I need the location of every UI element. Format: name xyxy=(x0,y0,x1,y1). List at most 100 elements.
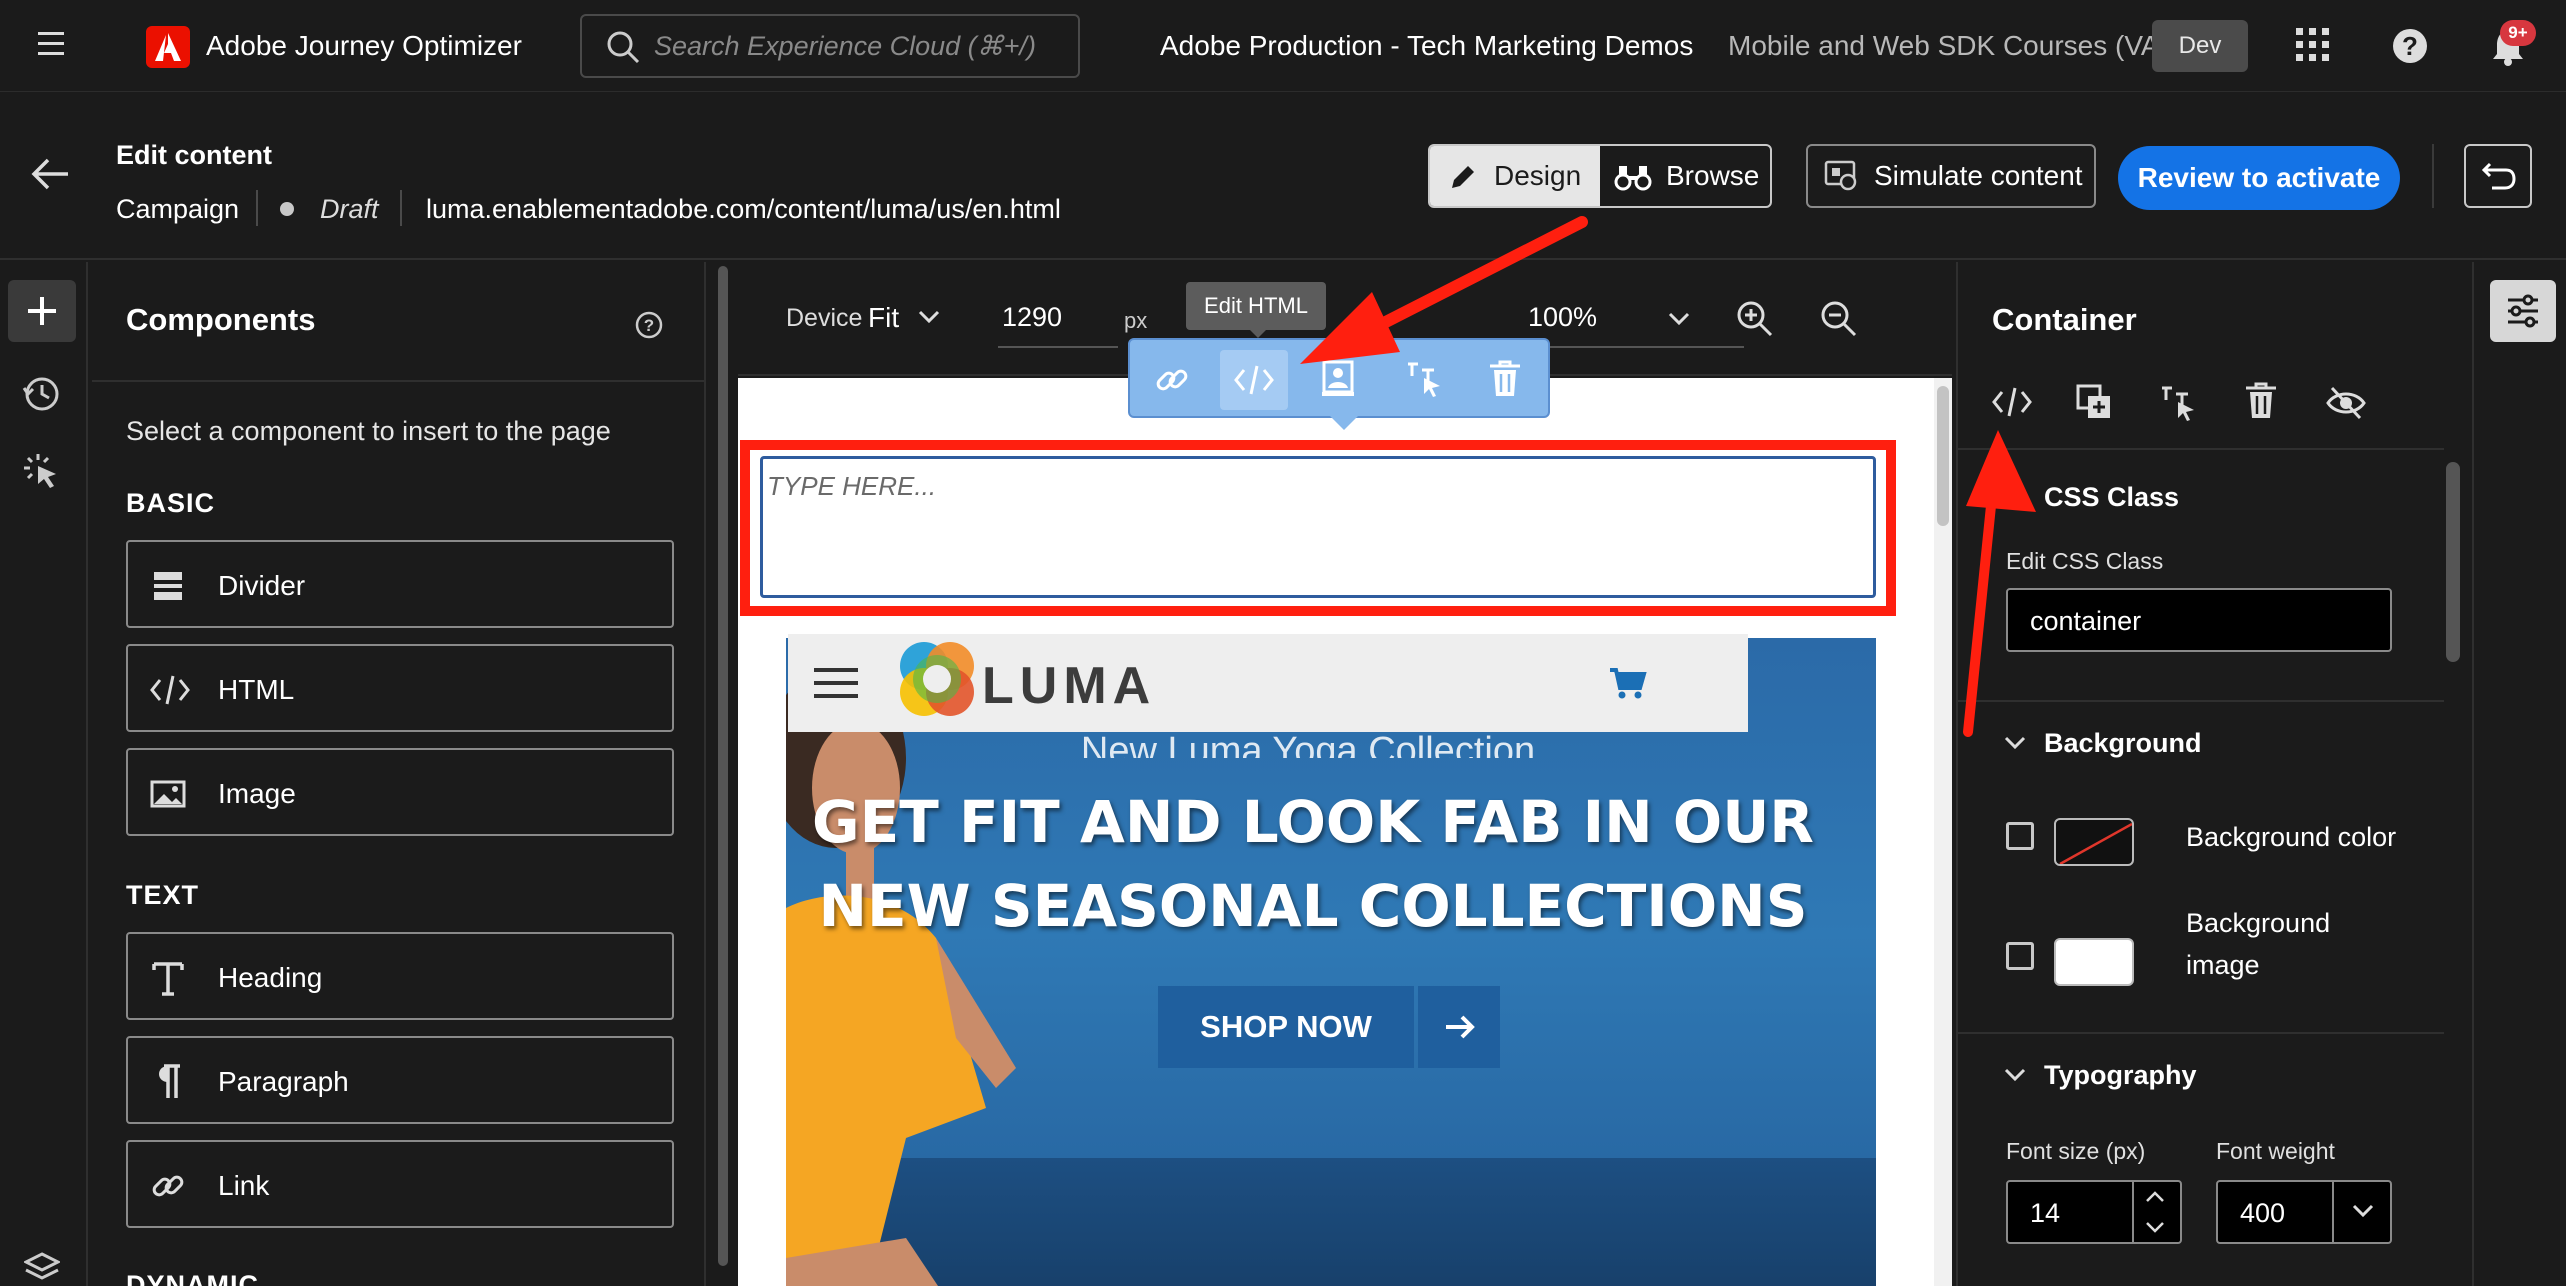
page-preview[interactable]: TYPE HERE... New Luma Yoga Collection LU… xyxy=(738,378,1934,1286)
components-title: Components xyxy=(126,302,316,337)
menu-icon[interactable] xyxy=(814,668,860,698)
apps-grid-icon[interactable] xyxy=(2296,28,2330,62)
background-image-swatch[interactable] xyxy=(2054,938,2134,986)
chevron-down-icon[interactable] xyxy=(918,310,940,326)
browse-label: Browse xyxy=(1666,160,1760,191)
duplicate-icon[interactable] xyxy=(2076,384,2114,422)
component-label: Heading xyxy=(218,962,323,993)
divider xyxy=(1958,448,2444,450)
luma-logo-icon[interactable] xyxy=(892,634,982,724)
page-title: Edit content xyxy=(116,140,272,170)
sandbox-switcher[interactable]: Mobile and Web SDK Courses (VA7) xyxy=(1728,30,2185,62)
background-color-label: Background color xyxy=(2186,822,2397,852)
personalization-icon[interactable] xyxy=(1320,360,1356,398)
paragraph-icon xyxy=(150,1064,186,1100)
width-input-underline xyxy=(998,346,1118,348)
shop-now-arrow-button[interactable] xyxy=(1418,986,1500,1068)
hide-visibility-icon[interactable] xyxy=(2326,386,2366,420)
edit-html-button[interactable] xyxy=(1220,350,1288,410)
search-input[interactable]: Search Experience Cloud (⌘+/) xyxy=(580,14,1080,78)
simulate-icon xyxy=(1824,160,1858,192)
link-icon[interactable] xyxy=(1154,362,1190,398)
add-component-button[interactable] xyxy=(8,280,76,342)
heading-icon xyxy=(150,960,186,996)
component-image[interactable]: Image xyxy=(126,748,674,836)
inspector-scrollbar[interactable] xyxy=(2446,462,2460,662)
component-link[interactable]: Link xyxy=(126,1140,674,1228)
inspector-title: Container xyxy=(1992,302,2137,337)
zoom-out-icon[interactable] xyxy=(1820,300,1858,338)
css-class-field-label: Edit CSS Class xyxy=(2006,548,2164,574)
org-switcher[interactable]: Adobe Production - Tech Marketing Demos xyxy=(1160,30,1693,62)
chevron-down-icon[interactable] xyxy=(2004,1068,2026,1084)
background-section-title[interactable]: Background xyxy=(2044,728,2202,759)
image-icon xyxy=(150,776,186,812)
annotation-highlight-box: TYPE HERE... xyxy=(740,440,1896,616)
component-label: Paragraph xyxy=(218,1066,349,1097)
undo-icon xyxy=(2480,160,2518,192)
help-icon[interactable]: ? xyxy=(2392,28,2428,64)
app-name[interactable]: Adobe Journey Optimizer xyxy=(206,30,522,62)
html-container-editable[interactable]: TYPE HERE... xyxy=(760,456,1876,598)
chevron-down-icon[interactable] xyxy=(2004,736,2026,752)
canvas-scrollbar[interactable] xyxy=(1934,378,1952,1286)
divider xyxy=(92,380,706,382)
review-to-activate-button[interactable]: Review to activate xyxy=(2118,146,2400,210)
stepper-divider xyxy=(2132,1182,2134,1242)
code-icon[interactable] xyxy=(1992,384,2032,420)
font-size-stepper[interactable]: 14 xyxy=(2006,1180,2182,1244)
shopping-cart-icon[interactable] xyxy=(1608,666,1648,700)
select-pointer-icon[interactable] xyxy=(22,452,62,492)
device-select[interactable]: Fit xyxy=(868,302,899,334)
component-paragraph[interactable]: Paragraph xyxy=(126,1036,674,1124)
chevron-down-icon[interactable] xyxy=(2352,1204,2374,1220)
properties-rail xyxy=(2472,262,2566,1286)
hamburger-menu-icon[interactable] xyxy=(38,30,70,58)
select-parent-icon[interactable] xyxy=(1406,360,1444,398)
background-image-checkbox[interactable] xyxy=(2006,942,2034,970)
history-icon[interactable] xyxy=(22,374,62,414)
section-dynamic: DYNAMIC xyxy=(126,1270,259,1286)
component-label: Divider xyxy=(218,570,306,601)
help-circle-icon[interactable]: ? xyxy=(634,310,664,340)
link-icon xyxy=(150,1168,186,1204)
select-parent-icon[interactable] xyxy=(2160,384,2198,422)
zoom-value[interactable]: 100% xyxy=(1528,302,1597,333)
component-html[interactable]: HTML xyxy=(126,644,674,732)
browse-mode-button[interactable]: Browse xyxy=(1600,146,1770,206)
components-panel: Components ? Select a component to inser… xyxy=(92,262,706,1286)
simulate-content-button[interactable]: Simulate content xyxy=(1806,144,2096,208)
component-divider[interactable]: Divider xyxy=(126,540,674,628)
search-placeholder: Search Experience Cloud (⌘+/) xyxy=(654,31,1036,61)
select-divider xyxy=(2332,1182,2334,1242)
design-mode-button[interactable]: Design xyxy=(1430,146,1600,206)
zoom-in-icon[interactable] xyxy=(1736,300,1774,338)
layers-icon[interactable] xyxy=(24,1250,60,1286)
delete-icon[interactable] xyxy=(1488,360,1522,398)
typography-section-title[interactable]: Typography xyxy=(2044,1060,2197,1091)
shop-now-button[interactable]: SHOP NOW xyxy=(1158,986,1414,1068)
stepper-up-icon[interactable] xyxy=(2144,1190,2166,1204)
adobe-logo-icon[interactable] xyxy=(146,26,190,68)
components-scrollbar[interactable] xyxy=(718,266,728,1266)
font-weight-select[interactable]: 400 xyxy=(2216,1180,2392,1244)
stepper-down-icon[interactable] xyxy=(2144,1220,2166,1234)
css-class-input[interactable]: container xyxy=(2006,588,2392,652)
width-input[interactable]: 1290 xyxy=(1002,302,1062,333)
zoom-select-underline xyxy=(1524,346,1744,348)
sliders-icon xyxy=(2508,294,2538,328)
properties-toggle-button[interactable] xyxy=(2490,280,2556,342)
back-arrow-icon[interactable] xyxy=(30,158,70,190)
breadcrumb-campaign[interactable]: Campaign xyxy=(116,194,239,225)
code-icon xyxy=(150,672,190,708)
component-heading[interactable]: Heading xyxy=(126,932,674,1020)
delete-icon[interactable] xyxy=(2244,382,2278,420)
components-intro: Select a component to insert to the page xyxy=(126,416,611,446)
background-color-checkbox[interactable] xyxy=(2006,822,2034,850)
scrollbar-thumb[interactable] xyxy=(1937,386,1949,526)
undo-button[interactable] xyxy=(2464,144,2532,208)
no-color-icon xyxy=(2059,822,2132,864)
font-weight-label: Font weight xyxy=(2216,1138,2335,1164)
background-color-swatch[interactable] xyxy=(2054,818,2134,866)
chevron-down-icon[interactable] xyxy=(1668,312,1690,328)
